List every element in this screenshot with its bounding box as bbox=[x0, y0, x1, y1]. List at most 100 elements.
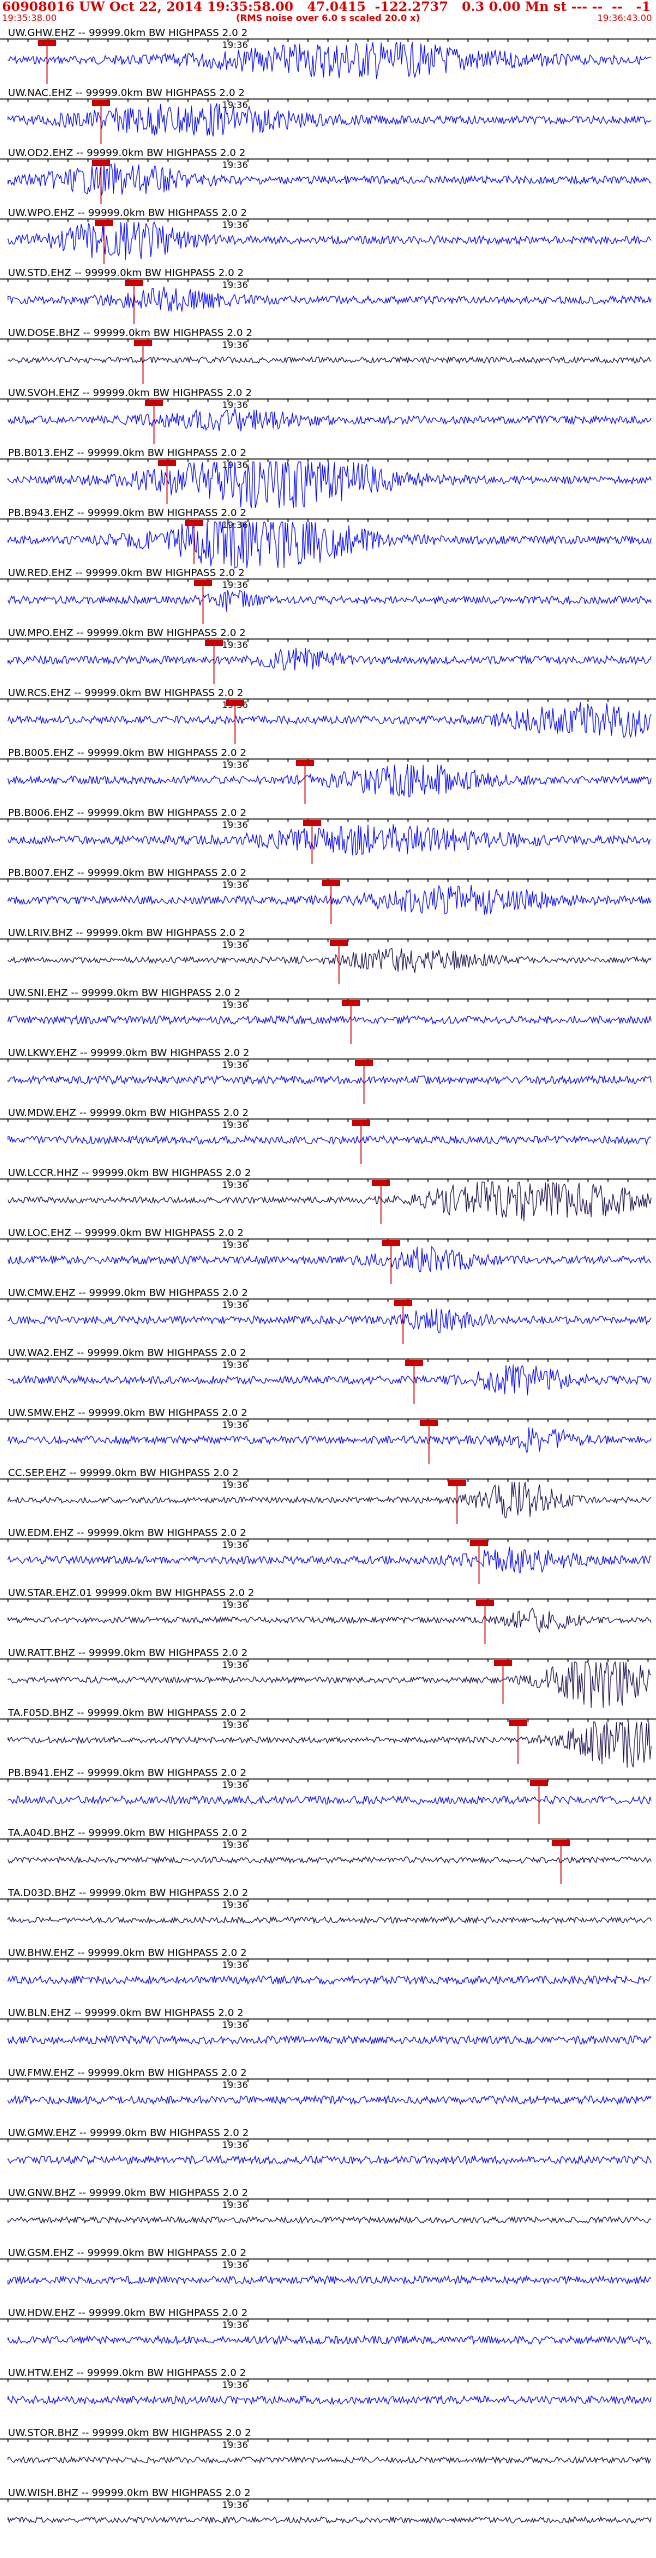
trace-row: UW.OD2.EHZ -- 99999.0km BW HIGHPASS 2.0 … bbox=[0, 148, 656, 204]
waveform bbox=[7, 286, 652, 312]
channel-label: TA.D03D.BHZ -- 99999.0km BW HIGHPASS 2.0… bbox=[7, 1888, 248, 1899]
waveform bbox=[7, 1014, 652, 1026]
time-tick-label: 19:36 bbox=[222, 941, 248, 951]
channel-label: UW.WISH.BHZ -- 99999.0km BW HIGHPASS 2.0… bbox=[8, 2488, 251, 2499]
time-tick-label: 19:36 bbox=[222, 1961, 248, 1971]
waveform bbox=[7, 1607, 652, 1633]
waveform bbox=[7, 2455, 652, 2465]
channel-label: UW.LKWY.EHZ -- 99999.0km BW HIGHPASS 2.0… bbox=[8, 1048, 249, 1059]
channel-label: UW.HTW.EHZ -- 99999.0km BW HIGHPASS 2.0 … bbox=[8, 2368, 246, 2379]
channel-label: CC.SEP.EHZ -- 99999.0km BW HIGHPASS 2.0 … bbox=[8, 1468, 239, 1479]
waveform bbox=[7, 2274, 652, 2286]
time-tick-label: 19:36 bbox=[222, 1361, 248, 1371]
channel-label: UW.GMW.EHZ -- 99999.0km BW HIGHPASS 2.0 … bbox=[8, 2128, 249, 2139]
time-tick-label: 19:36 bbox=[222, 2201, 248, 2211]
time-tick-label: 19:36 bbox=[222, 2441, 248, 2451]
record-header: 60908016 UW Oct 22, 2014 19:35:58.00 47.… bbox=[0, 0, 656, 26]
time-tick-label: 19:36 bbox=[222, 1661, 248, 1671]
trace-row: UW.MDW.EHZ -- 99999.0km BW HIGHPASS 2.0 … bbox=[0, 1108, 656, 1164]
trace-row: UW.STD.EHZ -- 99999.0km BW HIGHPASS 2.0 … bbox=[0, 268, 656, 324]
trace-row: UW.CMW.EHZ -- 99999.0km BW HIGHPASS 2.0 … bbox=[0, 1288, 656, 1344]
time-tick-label: 19:36 bbox=[222, 641, 248, 651]
trace-row: UW.RCS.EHZ -- 99999.0km BW HIGHPASS 2.0 … bbox=[0, 688, 656, 744]
waveform bbox=[7, 1916, 652, 1925]
time-tick-label: 19:36 bbox=[222, 1181, 248, 1191]
trace-row: UW.HTW.EHZ -- 99999.0km BW HIGHPASS 2.0 … bbox=[0, 2368, 656, 2406]
trace-row: TA.D03D.BHZ -- 99999.0km BW HIGHPASS 2.0… bbox=[0, 1888, 656, 1925]
channel-label: UW.WA2.EHZ -- 99999.0km BW HIGHPASS 2.0 … bbox=[8, 1348, 246, 1359]
trace-row: UW.LOC.EHZ -- 99999.0km BW HIGHPASS 2.0 … bbox=[0, 1228, 656, 1284]
trace-row: UW.MPO.EHZ -- 99999.0km BW HIGHPASS 2.0 … bbox=[0, 628, 656, 684]
waveform bbox=[7, 1481, 652, 1519]
time-tick-label: 19:36 bbox=[222, 1121, 248, 1131]
time-tick-label: 19:36 bbox=[222, 221, 248, 231]
waveform bbox=[7, 41, 652, 79]
trace-row: UW.DOSE.BHZ -- 99999.0km BW HIGHPASS 2.0… bbox=[0, 328, 656, 384]
channel-label: UW.EDM.EHZ -- 99999.0km BW HIGHPASS 2.0 … bbox=[8, 1528, 246, 1539]
channel-label: UW.RATT.BHZ -- 99999.0km BW HIGHPASS 2.0… bbox=[8, 1648, 248, 1659]
channel-label: UW.SMW.EHZ -- 99999.0km BW HIGHPASS 2.0 … bbox=[8, 1408, 247, 1419]
event-title: 60908016 UW Oct 22, 2014 19:35:58.00 47.… bbox=[2, 0, 651, 15]
time-tick-label: 19:36 bbox=[222, 2021, 248, 2031]
trace-row: UW.NAC.EHZ -- 99999.0km BW HIGHPASS 2.0 … bbox=[0, 88, 656, 144]
time-tick-label: 19:36 bbox=[222, 761, 248, 771]
channel-label: UW.RCS.EHZ -- 99999.0km BW HIGHPASS 2.0 … bbox=[8, 688, 243, 699]
time-tick-label: 19:36 bbox=[222, 1061, 248, 1071]
trace-row: TA.F05D.BHZ -- 99999.0km BW HIGHPASS 2.0… bbox=[0, 1708, 656, 1768]
time-tick-label: 19:36 bbox=[222, 2501, 248, 2511]
time-tick-label: 19:36 bbox=[222, 1841, 248, 1851]
channel-label: UW.CMW.EHZ -- 99999.0km BW HIGHPASS 2.0 … bbox=[8, 1288, 248, 1299]
waveform bbox=[7, 2034, 652, 2045]
time-tick-label: 19:36 bbox=[222, 341, 248, 351]
channel-label: TA.A04D.BHZ -- 99999.0km BW HIGHPASS 2.0… bbox=[7, 1828, 247, 1839]
time-tick-label: 19:36 bbox=[222, 581, 248, 591]
time-tick-label: 19:36 bbox=[222, 881, 248, 891]
channel-label: UW.GSM.EHZ -- 99999.0km BW HIGHPASS 2.0 … bbox=[8, 2248, 246, 2259]
channel-label: UW.OD2.EHZ -- 99999.0km BW HIGHPASS 2.0 … bbox=[8, 148, 246, 159]
trace-row: UW.GNW.BHZ -- 99999.0km BW HIGHPASS 2.0 … bbox=[0, 2188, 656, 2225]
trace-row: PB.B005.EHZ -- 99999.0km BW HIGHPASS 2.0… bbox=[0, 748, 656, 804]
waveform bbox=[7, 1181, 652, 1222]
waveform bbox=[7, 824, 652, 856]
channel-label: PB.B941.EHZ -- 99999.0km BW HIGHPASS 2.0… bbox=[8, 1768, 246, 1779]
channel-label: UW.GNW.BHZ -- 99999.0km BW HIGHPASS 2.0 … bbox=[8, 2188, 248, 2199]
channel-label: UW.RED.EHZ -- 99999.0km BW HIGHPASS 2.0 … bbox=[8, 568, 245, 579]
waveform bbox=[7, 1364, 652, 1396]
trace-row: UW.BHW.EHZ -- 99999.0km BW HIGHPASS 2.0 … bbox=[0, 1948, 656, 1986]
waveform bbox=[7, 1546, 652, 1573]
channel-label: PB.B006.EHZ -- 99999.0km BW HIGHPASS 2.0… bbox=[8, 808, 246, 819]
trace-row: UW.RATT.BHZ -- 99999.0km BW HIGHPASS 2.0… bbox=[0, 1648, 656, 1709]
trace-row: UW.LRIV.BHZ -- 99999.0km BW HIGHPASS 2.0… bbox=[0, 928, 656, 984]
seismogram-panel: UW.GHW.EHZ -- 99999.0km BW HIGHPASS 2.0 … bbox=[0, 28, 656, 2524]
trace-row: PB.B943.EHZ -- 99999.0km BW HIGHPASS 2.0… bbox=[0, 508, 656, 569]
channel-label: UW.WPO.EHZ -- 99999.0km BW HIGHPASS 2.0 … bbox=[8, 208, 247, 219]
channel-label: TA.F05D.BHZ -- 99999.0km BW HIGHPASS 2.0… bbox=[7, 1708, 246, 1719]
channel-label: PB.B943.EHZ -- 99999.0km BW HIGHPASS 2.0… bbox=[8, 508, 246, 519]
channel-label: UW.FMW.EHZ -- 99999.0km BW HIGHPASS 2.0 … bbox=[8, 2068, 247, 2079]
waveform bbox=[7, 1245, 652, 1273]
trace-row: PB.B941.EHZ -- 99999.0km BW HIGHPASS 2.0… bbox=[0, 1768, 656, 1824]
trace-row: UW.GHW.EHZ -- 99999.0km BW HIGHPASS 2.0 … bbox=[0, 28, 656, 84]
channel-label: UW.BLN.EHZ -- 99999.0km BW HIGHPASS 2.0 … bbox=[8, 2008, 244, 2019]
time-tick-label: 19:36 bbox=[222, 41, 248, 51]
trace-row: UW.BLN.EHZ -- 99999.0km BW HIGHPASS 2.0 … bbox=[0, 2008, 656, 2045]
trace-row: UW.LKWY.EHZ -- 99999.0km BW HIGHPASS 2.0… bbox=[0, 1048, 656, 1104]
waveform bbox=[7, 2215, 652, 2225]
channel-label: UW.MPO.EHZ -- 99999.0km BW HIGHPASS 2.0 … bbox=[8, 628, 246, 639]
waveform bbox=[7, 2394, 652, 2406]
waveform bbox=[7, 1974, 652, 1986]
time-tick-label: 19:36 bbox=[222, 2321, 248, 2331]
time-tick-label: 19:36 bbox=[222, 1601, 248, 1611]
trace-row: UW.WISH.BHZ -- 99999.0km BW HIGHPASS 2.0… bbox=[0, 2488, 656, 2524]
end-time: 19:36:43.00 bbox=[597, 14, 652, 24]
channel-label: UW.STAR.EHZ.01 99999.0km BW HIGHPASS 2.0… bbox=[8, 1588, 254, 1599]
trace-row: UW.STAR.EHZ.01 99999.0km BW HIGHPASS 2.0… bbox=[0, 1588, 656, 1644]
channel-label: UW.DOSE.BHZ -- 99999.0km BW HIGHPASS 2.0… bbox=[8, 328, 252, 339]
time-tick-label: 19:36 bbox=[222, 1241, 248, 1251]
time-tick-label: 19:36 bbox=[222, 1481, 248, 1491]
time-tick-label: 19:36 bbox=[222, 1541, 248, 1551]
trace-row: UW.SMW.EHZ -- 99999.0km BW HIGHPASS 2.0 … bbox=[0, 1408, 656, 1464]
trace-row: UW.STOR.BHZ -- 99999.0km BW HIGHPASS 2.0… bbox=[0, 2428, 656, 2465]
waveform bbox=[7, 356, 652, 365]
channel-label: PB.B005.EHZ -- 99999.0km BW HIGHPASS 2.0… bbox=[8, 748, 246, 759]
